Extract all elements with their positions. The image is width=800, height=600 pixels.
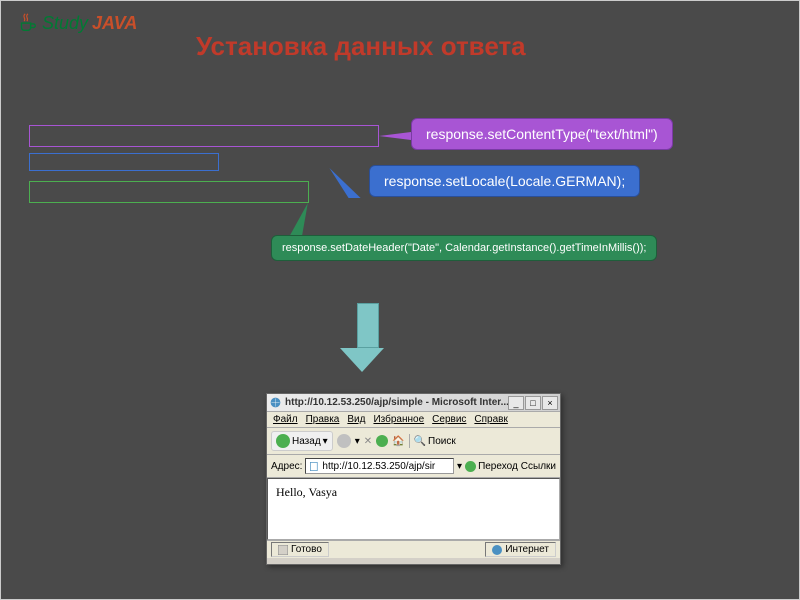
links-button[interactable]: Ссылки	[521, 461, 556, 472]
back-arrow-icon	[276, 434, 290, 448]
back-button[interactable]: Назад ▾	[271, 431, 333, 451]
java-cup-icon	[16, 11, 38, 35]
menu-tools[interactable]: Сервис	[432, 414, 466, 425]
menu-favorites[interactable]: Избранное	[373, 414, 424, 425]
done-icon	[278, 545, 288, 555]
browser-window: http://10.12.53.250/ajp/simple - Microso…	[266, 393, 561, 565]
home-icon[interactable]: 🏠	[392, 436, 404, 447]
callout-date-header: response.setDateHeader("Date", Calendar.…	[271, 235, 657, 261]
go-button[interactable]: Переход	[465, 461, 518, 472]
search-icon: 🔍	[414, 436, 426, 447]
callout-locale: response.setLocale(Locale.GERMAN);	[369, 165, 640, 197]
dropdown-icon: ▾	[323, 436, 328, 447]
ie-icon	[269, 396, 282, 409]
search-label: Поиск	[428, 436, 456, 447]
status-zone: Интернет	[485, 542, 556, 557]
close-button[interactable]: ×	[542, 396, 558, 410]
go-arrow-icon	[465, 461, 476, 472]
address-input[interactable]: http://10.12.53.250/ajp/sir	[305, 458, 454, 474]
window-controls: _ □ ×	[508, 396, 558, 410]
callout-tail-purple	[379, 132, 411, 140]
browser-statusbar: Готово Интернет	[267, 540, 560, 558]
code-placeholder-3	[29, 181, 309, 203]
arrow-down-icon	[351, 303, 384, 372]
browser-menubar: Файл Правка Вид Избранное Сервис Справк	[267, 412, 560, 428]
callout-tail-blue	[323, 168, 360, 198]
browser-toolbar: Назад ▾ ▾ ✕ 🏠 🔍 Поиск	[267, 428, 560, 455]
logo-text-study: Study	[42, 13, 88, 34]
address-label: Адрес:	[271, 461, 302, 472]
callout-tail-green	[290, 203, 314, 235]
logo-text-java: JAVA	[92, 13, 137, 34]
browser-titlebar: http://10.12.53.250/ajp/simple - Microso…	[267, 394, 560, 412]
logo: Study JAVA	[16, 11, 137, 35]
code-placeholder-1	[29, 125, 379, 147]
address-dropdown-icon[interactable]: ▾	[457, 461, 462, 472]
address-url: http://10.12.53.250/ajp/sir	[322, 461, 435, 472]
status-zone-text: Интернет	[505, 544, 549, 555]
menu-edit[interactable]: Правка	[306, 414, 340, 425]
stop-icon[interactable]: ✕	[364, 436, 372, 447]
separator	[409, 434, 410, 448]
globe-icon	[492, 545, 502, 555]
status-ready-text: Готово	[291, 544, 322, 555]
browser-content: Hello, Vasya	[267, 478, 560, 540]
page-icon	[309, 461, 320, 472]
search-button[interactable]: 🔍 Поиск	[414, 436, 456, 447]
toolbar-separator: ▾	[355, 436, 360, 447]
browser-addressbar: Адрес: http://10.12.53.250/ajp/sir ▾ Пер…	[267, 455, 560, 478]
slide-title: Установка данных ответа	[196, 31, 526, 62]
menu-help[interactable]: Справк	[474, 414, 507, 425]
callout-content-type: response.setContentType("text/html")	[411, 118, 673, 150]
menu-view[interactable]: Вид	[347, 414, 365, 425]
maximize-button[interactable]: □	[525, 396, 541, 410]
back-label: Назад	[292, 436, 321, 447]
forward-button[interactable]	[337, 434, 351, 448]
code-placeholder-2	[29, 153, 219, 171]
status-ready: Готово	[271, 542, 329, 557]
refresh-icon[interactable]	[376, 435, 388, 447]
minimize-button[interactable]: _	[508, 396, 524, 410]
menu-file[interactable]: Файл	[273, 414, 298, 425]
browser-title: http://10.12.53.250/ajp/simple - Microso…	[285, 397, 508, 408]
go-label: Переход	[478, 461, 518, 472]
